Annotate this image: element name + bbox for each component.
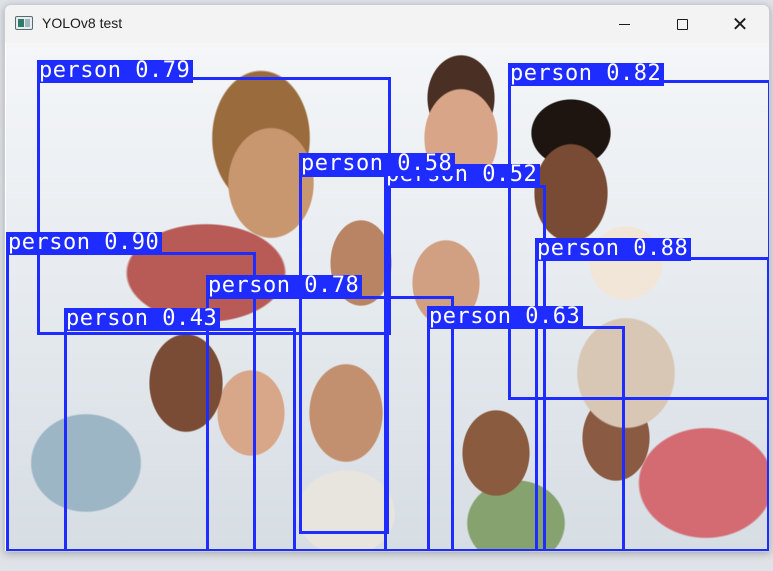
minimize-icon bbox=[618, 23, 630, 25]
maximize-icon bbox=[676, 18, 688, 30]
minimize-button[interactable] bbox=[595, 5, 653, 43]
detection-label: person 0.90 bbox=[6, 232, 163, 255]
close-button[interactable]: ✕ bbox=[711, 5, 769, 43]
detection-label: person 0.43 bbox=[64, 308, 221, 331]
window-title: YOLOv8 test bbox=[42, 15, 123, 31]
close-icon: ✕ bbox=[731, 12, 749, 36]
app-icon bbox=[15, 16, 33, 30]
detection-label: person 0.82 bbox=[508, 63, 665, 86]
detection-box bbox=[427, 326, 625, 551]
maximize-button[interactable] bbox=[653, 5, 711, 43]
detection-label: person 0.79 bbox=[37, 60, 194, 83]
detection-label: person 0.88 bbox=[535, 238, 692, 261]
app-window: YOLOv8 test ✕ person 0.79 person 0.82 pe… bbox=[4, 4, 770, 552]
detection-label: person 0.58 bbox=[299, 153, 456, 176]
detection-label: person 0.63 bbox=[427, 306, 584, 329]
detection-box bbox=[64, 328, 296, 551]
detection-label: person 0.78 bbox=[206, 275, 363, 298]
title-bar[interactable]: YOLOv8 test ✕ bbox=[5, 5, 769, 43]
detection-image: person 0.79 person 0.82 person 0.52 pers… bbox=[6, 43, 769, 551]
